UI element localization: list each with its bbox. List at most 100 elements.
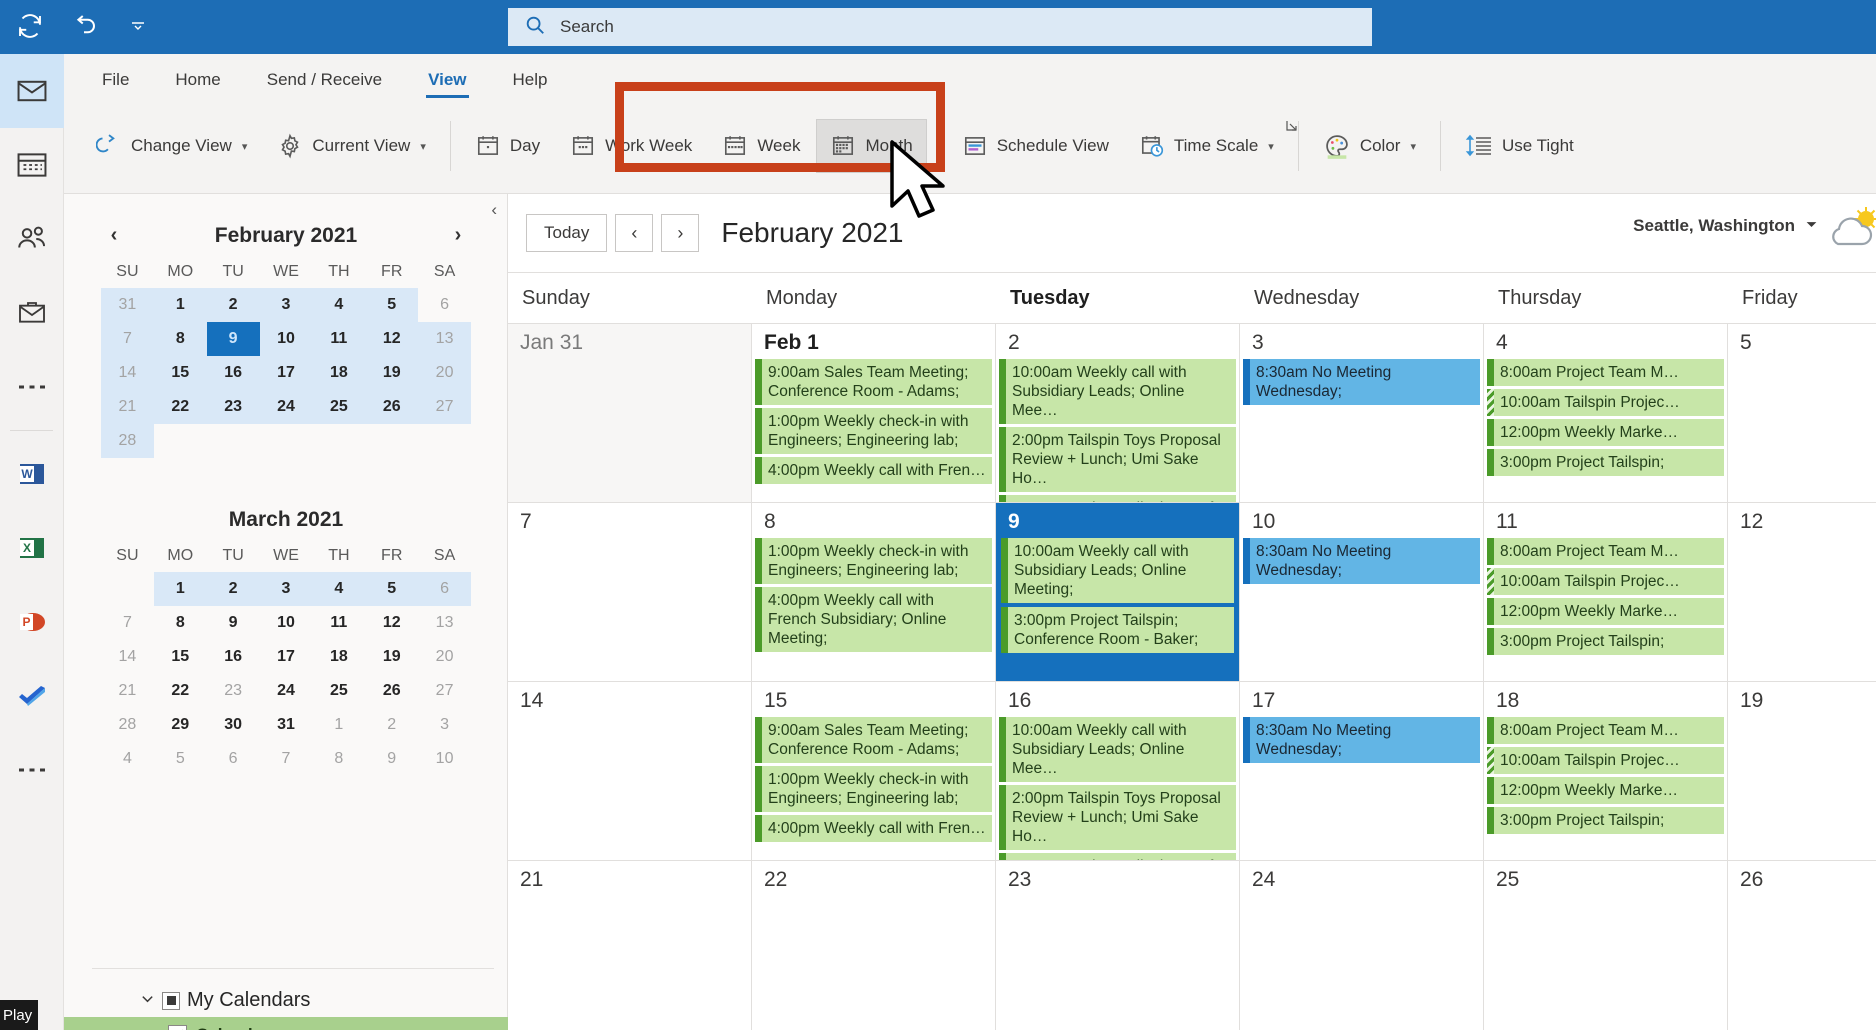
mini-calendar-day[interactable]: 9 — [365, 742, 418, 776]
rail-item-tasks[interactable] — [0, 276, 64, 350]
mini-calendar-day[interactable]: 6 — [418, 288, 471, 322]
mini-calendar-day[interactable] — [207, 424, 260, 458]
calendar-event[interactable]: 3:00pm Project Tailspin; — [1487, 807, 1724, 834]
mini-calendar-day[interactable]: 31 — [101, 288, 154, 322]
calendar-event[interactable]: 3:00pm Project Tailspin; — [1487, 628, 1724, 655]
mini-calendar-day[interactable]: 1 — [153, 288, 207, 322]
calendar-event[interactable]: 8:00am Project Team M… — [1487, 359, 1724, 386]
mini-calendar-day[interactable]: 15 — [154, 640, 207, 674]
calendar-day-cell[interactable]: 9 10:00am Weekly call with Subsidiary Lea… — [996, 503, 1240, 681]
customize-qat-icon[interactable] — [120, 6, 156, 46]
mini-calendar-day[interactable] — [101, 572, 154, 606]
calendar-day-cell[interactable]: 19 — [1728, 682, 1876, 860]
calendar-event[interactable]: 9:00am Sales Team Meeting; Conference Ro… — [755, 359, 992, 405]
mini-calendar-day[interactable] — [418, 424, 471, 458]
mini-calendar-day[interactable]: 17 — [260, 640, 313, 674]
mini-calendar-day[interactable]: 18 — [312, 640, 365, 674]
mini-calendar-day[interactable]: 14 — [101, 640, 154, 674]
calendar-event[interactable]: 10:00am Weekly call with Subsidiary Lead… — [999, 717, 1236, 782]
calendar-event[interactable]: 3:00pm Project Tailspin; — [1487, 449, 1724, 476]
calendar-event[interactable]: 10:00am Tailspin Projec… — [1487, 747, 1724, 774]
mini-calendar-day[interactable]: 11 — [312, 606, 365, 640]
ribbon-button-week[interactable]: Week — [708, 119, 814, 173]
ribbon-tab-home[interactable]: Home — [157, 62, 238, 100]
ribbon-tab-help[interactable]: Help — [495, 62, 566, 100]
mini-calendar-day[interactable]: 13 — [418, 606, 471, 640]
calendar-event[interactable]: 3:00pm Project Tailspin; Conference Room… — [1001, 607, 1234, 653]
mini-calendar-day[interactable]: 3 — [259, 288, 313, 322]
calendar-day-cell[interactable]: 5 — [1728, 324, 1876, 502]
calendar-event[interactable]: 3:00pm Project Tailspin; Conf… — [999, 853, 1236, 860]
calendar-day-cell[interactable]: 18 8:00am Project Team M… 10:00am Tailspin… — [1484, 682, 1728, 860]
calendar-day-cell[interactable]: Feb 1 9:00am Sales Team Meeting; Conferen… — [752, 324, 996, 502]
calendar-day-cell[interactable]: 4 8:00am Project Team M… 10:00am Tailspin … — [1484, 324, 1728, 502]
previous-period-button[interactable]: ‹ — [615, 214, 654, 252]
rail-item-powerpoint[interactable]: P — [0, 585, 64, 659]
mini-calendar-day[interactable]: 9 — [206, 322, 260, 356]
mini-calendar-day[interactable]: 8 — [312, 742, 365, 776]
mini-calendar-day[interactable]: 20 — [418, 356, 471, 390]
mini-calendar-day[interactable]: 1 — [153, 572, 207, 606]
calendar-day-cell[interactable]: 11 8:00am Project Team M… 10:00am Tailspin… — [1484, 503, 1728, 681]
mini-calendar-day[interactable]: 5 — [154, 742, 207, 776]
mini-calendar-day[interactable]: 9 — [207, 606, 260, 640]
calendar-event[interactable]: 8:30am No Meeting Wednesday; — [1243, 538, 1480, 584]
ribbon-button-change-view[interactable]: Change View ▾ — [82, 119, 261, 173]
arrangement-dialog-launcher[interactable] — [1284, 118, 1300, 138]
calendar-day-cell[interactable]: 21 — [508, 861, 752, 1030]
calendar-event[interactable]: 4:00pm Weekly call with Fren… — [755, 457, 992, 484]
mini-calendar-day[interactable]: 7 — [101, 606, 154, 640]
mini-calendar-day[interactable]: 24 — [259, 390, 313, 424]
calendar-group-my-calendars[interactable]: My Calendars — [64, 984, 508, 1017]
mini-calendar-day[interactable] — [312, 424, 365, 458]
calendar-event[interactable]: 2:00pm Tailspin Toys Proposal Review + L… — [999, 785, 1236, 850]
calendar-event[interactable]: 12:00pm Weekly Marke… — [1487, 777, 1724, 804]
sync-icon[interactable] — [12, 6, 48, 46]
calendar-event[interactable]: 1:00pm Weekly check-in with Engineers; E… — [755, 538, 992, 584]
rail-item-more-apps[interactable] — [0, 733, 64, 807]
calendar-day-cell[interactable]: 15 9:00am Sales Team Meeting; Conference … — [752, 682, 996, 860]
mini-calendar-day[interactable]: 5 — [365, 572, 419, 606]
mini-calendar-day[interactable] — [365, 424, 418, 458]
today-button[interactable]: Today — [526, 214, 608, 252]
mini-calendar-day[interactable]: 6 — [418, 572, 471, 606]
calendar-event[interactable]: 10:00am Tailspin Projec… — [1487, 568, 1724, 595]
calendar-day-cell[interactable]: 16 10:00am Weekly call with Subsidiary Le… — [996, 682, 1240, 860]
mini-calendar-day[interactable]: 2 — [365, 708, 418, 742]
rail-item-todo[interactable] — [0, 659, 64, 733]
ribbon-tab-view[interactable]: View — [410, 62, 484, 100]
calendar-day-cell[interactable]: 26 — [1728, 861, 1876, 1030]
mini-calendar-day[interactable]: 1 — [312, 708, 365, 742]
rail-item-more-nav[interactable] — [0, 350, 64, 424]
rail-item-excel[interactable]: X — [0, 511, 64, 585]
mini-calendar-day[interactable] — [154, 424, 207, 458]
ribbon-button-schedule-view[interactable]: Schedule View — [948, 119, 1123, 173]
ribbon-button-color[interactable]: Color ▾ — [1309, 119, 1430, 173]
mini-calendar-day[interactable]: 29 — [154, 708, 207, 742]
mini-calendar-day[interactable]: 2 — [206, 572, 260, 606]
calendar-event[interactable]: 3:00pm Project Tailspin; Conf… — [999, 495, 1236, 502]
undo-icon[interactable] — [66, 6, 102, 46]
ribbon-button-time-scale[interactable]: Time Scale ▾ — [1125, 119, 1288, 173]
mini-calendar-day[interactable]: 14 — [101, 356, 154, 390]
mini-calendar-day[interactable]: 12 — [365, 606, 418, 640]
calendar-day-cell[interactable]: 17 8:30am No Meeting Wednesday; — [1240, 682, 1484, 860]
calendar-event[interactable]: 8:00am Project Team M… — [1487, 717, 1724, 744]
mini-calendar-day[interactable]: 20 — [418, 640, 471, 674]
mini-calendar-day[interactable]: 10 — [259, 322, 313, 356]
mini-calendar-day[interactable]: 3 — [259, 572, 313, 606]
ribbon-button-use-tight[interactable]: Use Tight — [1451, 119, 1588, 173]
mini-calendar-day[interactable]: 13 — [418, 322, 471, 356]
rail-item-word[interactable]: W — [0, 437, 64, 511]
next-period-button[interactable]: › — [661, 214, 700, 252]
calendar-day-cell[interactable]: 12 — [1728, 503, 1876, 681]
mini-calendar-day[interactable]: 4 — [312, 288, 366, 322]
calendar-event[interactable]: 4:00pm Weekly call with Fren… — [755, 815, 992, 842]
calendar-day-cell[interactable]: 10 8:30am No Meeting Wednesday; — [1240, 503, 1484, 681]
calendar-event[interactable]: 8:30am No Meeting Wednesday; — [1243, 359, 1480, 405]
mini-calendar-day[interactable]: 19 — [365, 356, 419, 390]
mini-calendar-day[interactable]: 30 — [207, 708, 260, 742]
mini-calendar-day[interactable]: 16 — [206, 356, 260, 390]
calendar-event[interactable]: 10:00am Weekly call with Subsidiary Lead… — [999, 359, 1236, 424]
ribbon-button-month[interactable]: Month — [816, 119, 927, 173]
